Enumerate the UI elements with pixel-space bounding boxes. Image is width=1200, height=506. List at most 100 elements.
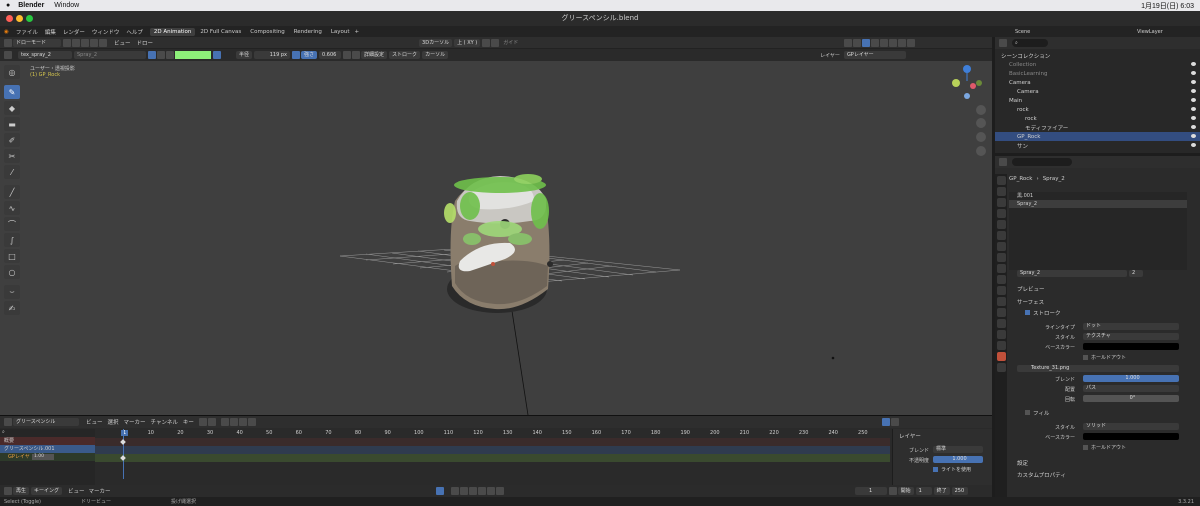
align-select[interactable]: パス: [1083, 385, 1179, 392]
properties-tab-icon[interactable]: [996, 297, 1006, 306]
gradient-icon[interactable]: [166, 51, 174, 59]
prev-key-icon[interactable]: [459, 487, 468, 495]
edit-tool-icon[interactable]: [72, 38, 80, 47]
props-type-icon[interactable]: [999, 158, 1007, 166]
properties-tab-icon[interactable]: [996, 275, 1006, 284]
tl-channel-menu[interactable]: チャンネル: [151, 418, 178, 426]
tab-2d-animation[interactable]: 2D Animation: [149, 27, 196, 36]
mix-icon[interactable]: [213, 51, 221, 59]
minimize-window-button[interactable]: [16, 15, 23, 22]
outliner-row[interactable]: rock: [995, 105, 1200, 114]
filter-icon[interactable]: [247, 418, 256, 426]
object-channel[interactable]: グリースペンシル.001: [0, 445, 95, 453]
outliner-row[interactable]: シーンコレクション: [995, 51, 1200, 60]
menu-edit[interactable]: 編集: [45, 28, 56, 36]
outliner-row[interactable]: Camera: [995, 87, 1200, 96]
custom-props-panel[interactable]: カスタムプロパティ: [1009, 470, 1066, 479]
shading-wire-icon[interactable]: [880, 38, 889, 47]
grid-icon[interactable]: [482, 38, 491, 47]
color-mode-icon[interactable]: [157, 51, 165, 59]
jump-end-icon[interactable]: [495, 487, 504, 495]
properties-tab-icon[interactable]: [996, 330, 1006, 339]
move-down-icon[interactable]: [229, 418, 238, 426]
dopesheet-type-icon[interactable]: [4, 418, 12, 426]
pin-icon[interactable]: [148, 51, 156, 59]
tab-compositing[interactable]: Compositing: [246, 28, 288, 36]
blender-logo-icon[interactable]: ◉: [4, 29, 9, 35]
style-select[interactable]: テクスチャ: [1083, 333, 1179, 340]
strength-curve-icon[interactable]: [352, 51, 361, 59]
advanced-menu[interactable]: 詳細設定: [361, 51, 388, 59]
tex-blend-slider[interactable]: 1.000: [1083, 375, 1179, 382]
properties-tab-icon[interactable]: [996, 319, 1006, 328]
close-window-button[interactable]: [6, 15, 13, 22]
draw-tool-icon[interactable]: [63, 38, 71, 47]
add-layer-icon[interactable]: [198, 418, 207, 426]
strength-pressure-icon[interactable]: [343, 51, 352, 59]
fill-basecolor-swatch[interactable]: [1083, 433, 1179, 440]
draw-menu[interactable]: ドロー: [137, 39, 154, 47]
properties-tab-icon[interactable]: [996, 352, 1006, 361]
outliner-type-icon[interactable]: [999, 39, 1007, 47]
tl-marker-menu[interactable]: マーカー: [124, 418, 146, 426]
brush-preview-icon[interactable]: [4, 51, 12, 59]
properties-tab-icon[interactable]: [996, 220, 1006, 229]
next-key-icon[interactable]: [486, 487, 495, 495]
tl-view-menu[interactable]: ビュー: [86, 418, 103, 426]
visibility-eye-icon[interactable]: [1191, 89, 1196, 93]
playback-menu[interactable]: 再生: [13, 487, 30, 495]
app-menu[interactable]: Blender: [18, 2, 44, 9]
visibility-eye-icon[interactable]: [1191, 116, 1196, 120]
layer-opacity-slider[interactable]: 1.000: [933, 456, 983, 463]
summary-channel[interactable]: 概要: [0, 437, 95, 445]
overlay-icon[interactable]: [862, 38, 871, 47]
layer-channel[interactable]: GPレイヤ 1.00: [0, 453, 95, 461]
properties-tab-icon[interactable]: [996, 363, 1006, 372]
holdout-checkbox[interactable]: [1083, 355, 1088, 360]
tl-key-menu[interactable]: キー: [183, 418, 194, 426]
play-reverse-icon[interactable]: [468, 487, 477, 495]
outliner-row[interactable]: サン: [995, 141, 1200, 150]
menu-file[interactable]: ファイル: [16, 28, 38, 36]
material-name-field[interactable]: Spray_2: [1017, 270, 1127, 277]
outliner-row[interactable]: GP_Rock: [995, 132, 1200, 141]
radius-field[interactable]: 119 px: [254, 51, 291, 59]
shading-solid-icon[interactable]: [889, 38, 898, 47]
shading-material-icon[interactable]: [898, 38, 907, 47]
brush-color-swatch[interactable]: [175, 51, 211, 59]
layer-select[interactable]: GPレイヤー: [843, 51, 906, 59]
gizmo-icon[interactable]: [853, 38, 862, 47]
onion-icon[interactable]: [238, 418, 247, 426]
outliner-row[interactable]: BasicLearning: [995, 69, 1200, 78]
layer-opacity-field[interactable]: 1.00: [32, 454, 54, 460]
menu-help[interactable]: ヘルプ: [126, 28, 143, 36]
properties-tab-icon[interactable]: [996, 209, 1006, 218]
rotation-field[interactable]: 0°: [1083, 395, 1179, 402]
use-lights-checkbox[interactable]: [933, 467, 938, 472]
3d-viewport[interactable]: ◎ ✎ ◆ ▬ ✐ ✂ ⁄ ╱ ∿ ⌒ ∫ □ ○ ⌣ ✍ ユーザー・透視投影 …: [0, 61, 992, 415]
axis-select[interactable]: 上 ( XY ): [454, 38, 481, 47]
props-search[interactable]: [1012, 158, 1072, 166]
visibility-eye-icon[interactable]: [1191, 80, 1196, 84]
pb-view-menu[interactable]: ビュー: [68, 487, 85, 495]
tl-select-menu[interactable]: 選択: [108, 418, 119, 426]
menu-render[interactable]: レンダー: [63, 28, 85, 36]
material-select[interactable]: Spray_2: [74, 51, 146, 59]
scene-select[interactable]: Scene: [1015, 29, 1085, 35]
vertex-tool-icon[interactable]: [99, 38, 107, 47]
fill-checkbox[interactable]: [1025, 410, 1030, 415]
weight-tool-icon[interactable]: [90, 38, 98, 47]
menu-window[interactable]: ウィンドウ: [92, 28, 120, 36]
shading-rendered-icon[interactable]: [907, 38, 916, 47]
current-frame-field[interactable]: 1: [854, 487, 887, 495]
properties-tab-icon[interactable]: [996, 286, 1006, 295]
properties-tab-icon[interactable]: [996, 242, 1006, 251]
tl-search[interactable]: ⌕: [0, 429, 95, 437]
timeline-type-icon[interactable]: [4, 487, 12, 495]
mode-select[interactable]: ドローモード: [13, 38, 61, 47]
stroke-menu[interactable]: ストローク: [389, 51, 421, 59]
view-menu[interactable]: ビュー: [114, 39, 131, 47]
jump-start-icon[interactable]: [450, 487, 459, 495]
visibility-eye-icon[interactable]: [1191, 71, 1196, 75]
tab-layout[interactable]: Layout: [327, 28, 354, 36]
